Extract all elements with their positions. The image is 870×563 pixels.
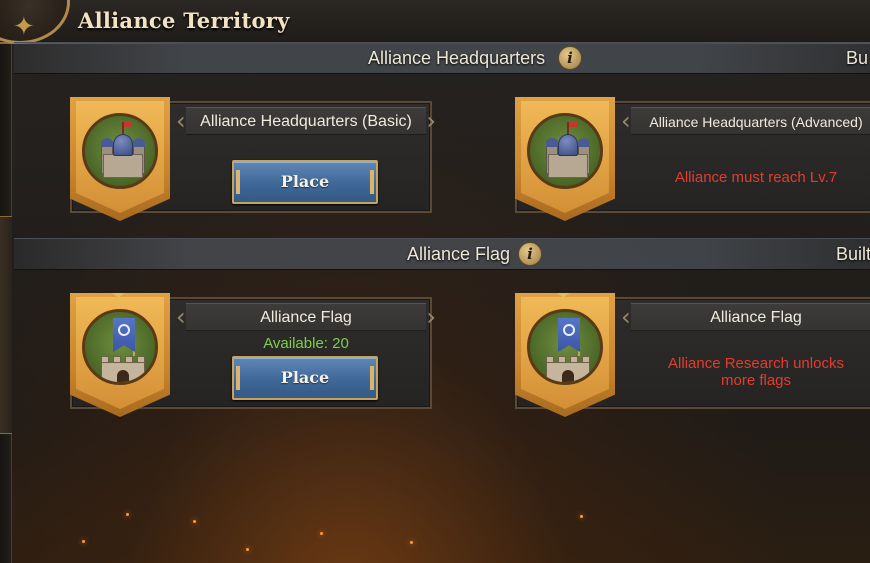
info-icon[interactable]: i [558,46,582,70]
star-icon: ✦ [110,284,127,306]
title-bar: ✦ Alliance Territory [0,0,870,44]
castle-icon [527,113,603,189]
building-name-plate: ‹ Alliance Flag › [621,303,870,331]
building-name-plate: ‹ Alliance Flag › [176,303,436,331]
built-count-label: Bu [846,48,869,68]
ember-particle [410,541,413,544]
building-badge: ✦ [515,293,615,417]
page-title: Alliance Territory [78,8,290,33]
built-count-label: Built [836,244,870,264]
building-name-plate: ‹ Alliance Headquarters (Basic) › [176,107,436,135]
building-name: Alliance Headquarters (Basic) [200,113,412,130]
requirement-text: Alliance Research unlocks more flags [668,355,844,389]
chevron-left-icon[interactable]: ‹ [621,305,631,329]
place-button[interactable]: Place [232,356,378,400]
side-tab-selected[interactable] [0,216,12,434]
ember-particle [193,520,196,523]
info-icon[interactable]: i [518,242,542,266]
compass-star-icon: ✦ [13,11,35,41]
building-badge: ✦ [70,293,170,417]
building-name: Alliance Flag [710,309,802,326]
ember-particle [82,540,85,543]
flag-fort-icon [82,309,158,385]
castle-icon [82,113,158,189]
requirement-text: Alliance must reach Lv.7 [674,169,838,186]
alliance-territory-screen: ✦ Alliance Territory Alliance Headquarte… [0,0,870,563]
flag-fort-icon [527,309,603,385]
star-icon: ✦ [555,284,572,306]
building-badge [515,97,615,221]
chevron-left-icon[interactable]: ‹ [176,109,186,133]
building-name: Alliance Flag [260,309,352,326]
building-badge [70,97,170,221]
section-title: Alliance Headquarters [368,48,546,68]
side-tab-strip [0,44,12,563]
section-header-headquarters: Alliance Headquarters i Bu [14,42,870,74]
ember-particle [126,513,129,516]
chevron-right-icon[interactable]: › [426,109,436,133]
building-name-plate: ‹ Alliance Headquarters (Advanced) › [621,107,870,135]
chevron-left-icon[interactable]: ‹ [621,109,631,133]
building-name: Alliance Headquarters (Advanced) [649,114,863,130]
ember-particle [580,515,583,518]
ember-particle [320,532,323,535]
section-title: Alliance Flag [407,244,511,264]
ember-particle [246,548,249,551]
chevron-right-icon[interactable]: › [426,305,436,329]
available-count: Available: 20 [263,335,349,352]
place-button[interactable]: Place [232,160,378,204]
chevron-left-icon[interactable]: ‹ [176,305,186,329]
section-header-flag: Alliance Flag i Built [14,238,870,270]
back-emblem-button[interactable]: ✦ [0,0,70,44]
